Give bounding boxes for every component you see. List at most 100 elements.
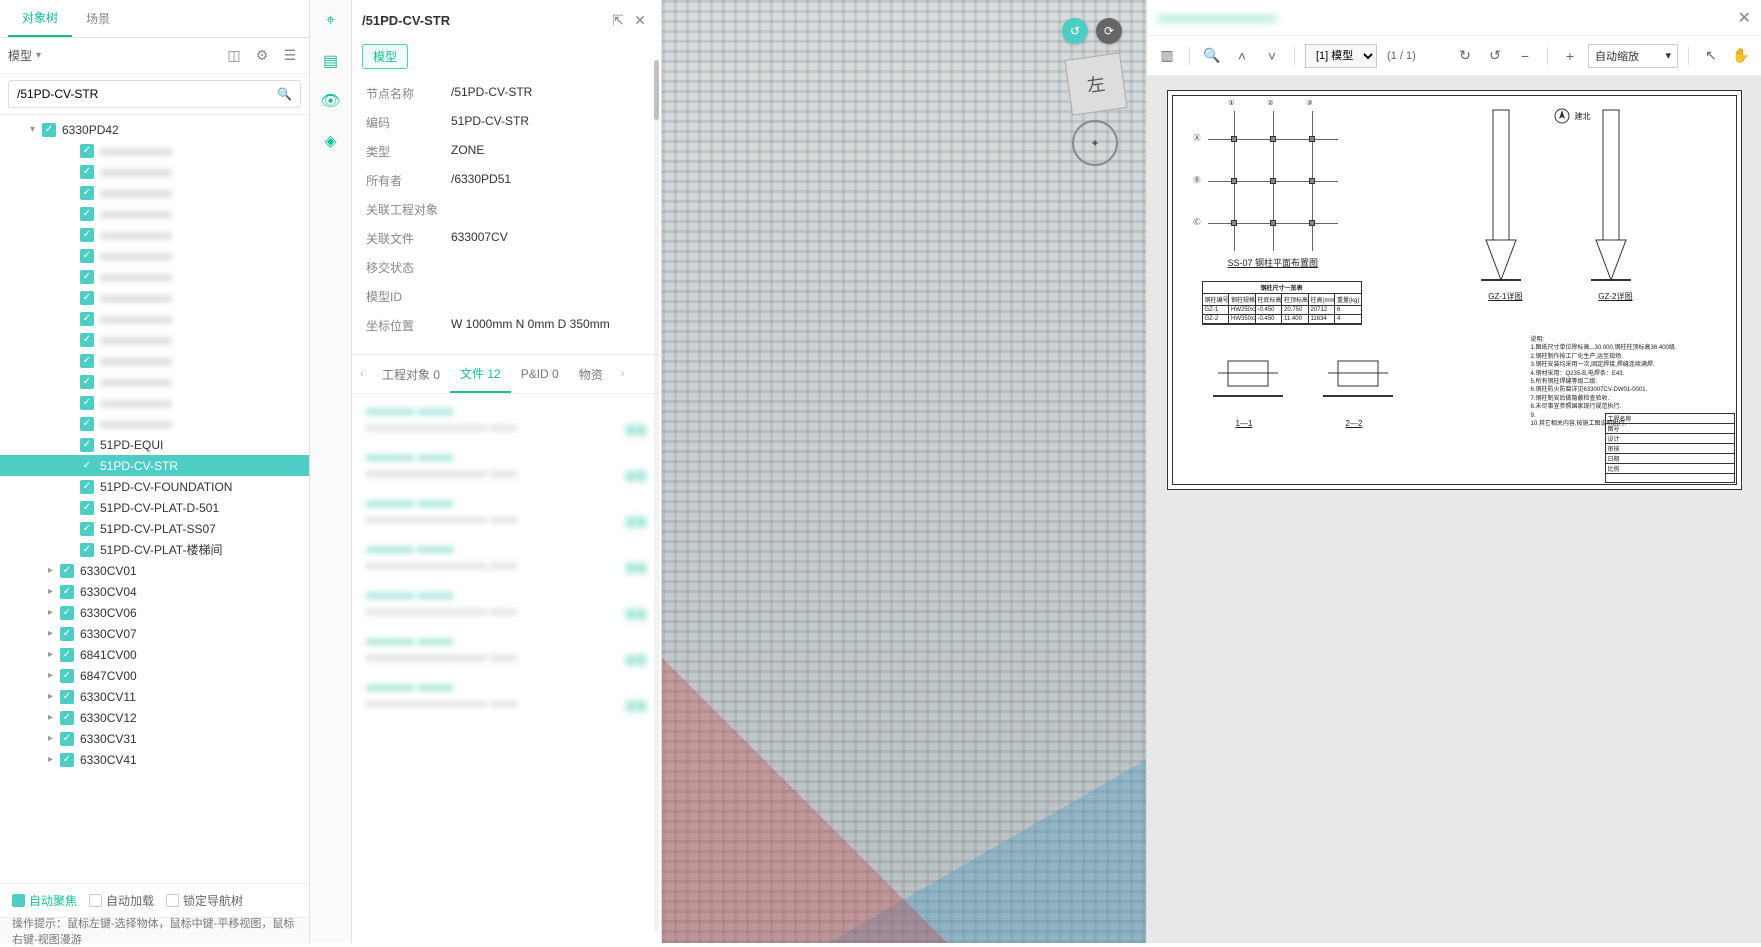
checkbox-icon[interactable]: ✓: [60, 564, 74, 578]
hand-icon[interactable]: ✋: [1729, 44, 1753, 68]
locate-icon[interactable]: ⌖: [320, 10, 342, 32]
type-chip[interactable]: 模型: [362, 44, 408, 69]
tree-item[interactable]: ▸✓6841CV00: [0, 644, 309, 665]
close-icon[interactable]: ✕: [629, 12, 651, 29]
checkbox-icon[interactable]: ✓: [80, 270, 94, 284]
checkbox-icon[interactable]: ✓: [60, 690, 74, 704]
checkbox-icon[interactable]: ✓: [80, 480, 94, 494]
opt-locktree[interactable]: 锁定导航树: [166, 892, 243, 909]
tree-item[interactable]: ✓xxxxxxxxxxxx: [0, 140, 309, 161]
checkbox-icon[interactable]: ✓: [60, 606, 74, 620]
search-input[interactable]: [17, 87, 277, 101]
tree-item[interactable]: ✓51PD-CV-FOUNDATION: [0, 476, 309, 497]
rotate-ccw-icon[interactable]: ↺: [1483, 44, 1507, 68]
down-icon[interactable]: ˅: [1260, 44, 1284, 68]
pointer-icon[interactable]: ↖: [1699, 44, 1723, 68]
viewport-action-2[interactable]: ⟳: [1096, 18, 1122, 44]
3d-viewport[interactable]: ↺ ⟳ 左 ✦: [662, 0, 1146, 943]
checkbox-icon[interactable]: ✓: [80, 375, 94, 389]
subtab-engobj[interactable]: 工程对象 0: [372, 355, 450, 393]
rotate-cw-icon[interactable]: ↻: [1453, 44, 1477, 68]
tree-item[interactable]: ✓xxxxxxxxxxxx: [0, 161, 309, 182]
checkbox-icon[interactable]: ✓: [60, 711, 74, 725]
subtab-pid[interactable]: P&ID 0: [511, 355, 569, 393]
tree-item[interactable]: ✓xxxxxxxxxxxx: [0, 329, 309, 350]
tree-item[interactable]: ▸✓6330CV07: [0, 623, 309, 644]
checkbox-icon[interactable]: ✓: [80, 312, 94, 326]
checkbox-icon[interactable]: ✓: [80, 354, 94, 368]
list-icon[interactable]: ▤: [320, 50, 342, 72]
up-icon[interactable]: ˄: [1230, 44, 1254, 68]
zoom-in-icon[interactable]: +: [1558, 44, 1582, 68]
tree-item[interactable]: ✓51PD-CV-PLAT-D-501: [0, 497, 309, 518]
checkbox-icon[interactable]: ✓: [80, 291, 94, 305]
checkbox-icon[interactable]: ✓: [80, 522, 94, 536]
checkbox-icon[interactable]: ✓: [42, 123, 56, 137]
checkbox-icon[interactable]: ✓: [60, 648, 74, 662]
checkbox-icon[interactable]: ✓: [80, 459, 94, 473]
tree-item[interactable]: ▸✓6330CV12: [0, 707, 309, 728]
tree-item[interactable]: ✓xxxxxxxxxxxx: [0, 203, 309, 224]
tree-item[interactable]: ✓xxxxxxxxxxxx: [0, 266, 309, 287]
tree-item[interactable]: ✓51PD-CV-PLAT-楼梯间: [0, 539, 309, 560]
scrollbar-thumb[interactable]: [654, 60, 659, 120]
tree-item[interactable]: ▸✓6330CV11: [0, 686, 309, 707]
checkbox-icon[interactable]: ✓: [60, 585, 74, 599]
file-item[interactable]: xxxxxxxx xxxxxxxxxxxxxxxxxxxxxxxxxxxx xx…: [366, 588, 647, 618]
file-item[interactable]: xxxxxxxx xxxxxxxxxxxxxxxxxxxxxxxxxxxx xx…: [366, 634, 647, 664]
checkbox-icon[interactable]: ✓: [80, 333, 94, 347]
tab-scene[interactable]: 场景: [72, 0, 124, 37]
tree-item[interactable]: ▸✓6847CV00: [0, 665, 309, 686]
expand-icon[interactable]: ⇱: [607, 12, 629, 29]
gear-icon[interactable]: ⚙: [251, 45, 273, 67]
tree-item[interactable]: ✓xxxxxxxxxxxx: [0, 245, 309, 266]
file-item[interactable]: xxxxxxxx xxxxxxxxxxxxxxxxxxxxxxxxxxxx xx…: [366, 450, 647, 480]
eye-icon[interactable]: 👁: [320, 90, 342, 112]
search-icon[interactable]: 🔍: [1200, 44, 1224, 68]
file-item[interactable]: xxxxxxxx xxxxxxxxxxxxxxxxxxxxxxxxxxxx xx…: [366, 680, 647, 710]
checkbox-icon[interactable]: ✓: [80, 228, 94, 242]
model-select[interactable]: [1] 模型: [1305, 44, 1377, 68]
checkbox-icon[interactable]: ✓: [80, 207, 94, 221]
checkbox-icon[interactable]: ✓: [60, 627, 74, 641]
file-item[interactable]: xxxxxxxx xxxxxxxxxxxxxxxxxxxxxxxxxxxx xx…: [366, 404, 647, 434]
tree-item[interactable]: ✓xxxxxxxxxxxx: [0, 287, 309, 308]
file-item[interactable]: xxxxxxxx xxxxxxxxxxxxxxxxxxxxxxxxxxxx xx…: [366, 496, 647, 526]
checkbox-icon[interactable]: ✓: [80, 396, 94, 410]
tree-item[interactable]: ✓xxxxxxxxxxxx: [0, 371, 309, 392]
checkbox-icon[interactable]: ✓: [80, 438, 94, 452]
tree-item[interactable]: ▸✓6330CV04: [0, 581, 309, 602]
tree-item[interactable]: ✓xxxxxxxxxxxx: [0, 392, 309, 413]
search-icon[interactable]: 🔍: [277, 87, 292, 101]
tree-item[interactable]: ✓xxxxxxxxxxxx: [0, 413, 309, 434]
tree-item[interactable]: ▸✓6330CV01: [0, 560, 309, 581]
checkbox-icon[interactable]: ✓: [80, 144, 94, 158]
close-icon[interactable]: ✕: [1738, 8, 1751, 28]
checkbox-icon[interactable]: ✓: [80, 186, 94, 200]
checkbox-icon[interactable]: ✓: [80, 249, 94, 263]
tree-item[interactable]: ✓51PD-CV-STR: [0, 455, 309, 476]
checkbox-icon[interactable]: ✓: [60, 753, 74, 767]
file-item[interactable]: xxxxxxxx xxxxxxxxxxxxxxxxxxxxxxxxxxxx xx…: [366, 542, 647, 572]
tab-arrow-right[interactable]: ›: [613, 368, 633, 380]
checkbox-icon[interactable]: ✓: [80, 501, 94, 515]
compass-icon[interactable]: ✦: [1072, 120, 1118, 166]
checkbox-icon[interactable]: ✓: [80, 543, 94, 557]
tree-item[interactable]: ✓xxxxxxxxxxxx: [0, 350, 309, 371]
opt-autofocus[interactable]: 自动聚焦: [12, 892, 77, 909]
nav-cube[interactable]: 左: [1064, 52, 1127, 115]
file-list[interactable]: xxxxxxxx xxxxxxxxxxxxxxxxxxxxxxxxxxxx xx…: [352, 394, 661, 943]
tab-arrow-left[interactable]: ‹: [352, 368, 372, 380]
viewport-action-1[interactable]: ↺: [1062, 18, 1088, 44]
tree-item[interactable]: ✓51PD-EQUI: [0, 434, 309, 455]
drawing-canvas[interactable]: 建北 Ⓐ Ⓑ Ⓒ ① ② ③: [1147, 76, 1761, 943]
object-tree[interactable]: ▾ ✓ 6330PD42 ✓xxxxxxxxxxxx✓xxxxxxxxxxxx✓…: [0, 115, 309, 883]
tree-item[interactable]: ▸✓6330CV41: [0, 749, 309, 770]
model-dropdown[interactable]: 模型 ▾: [8, 47, 41, 64]
subtab-material[interactable]: 物资: [569, 355, 613, 393]
zoom-select[interactable]: 自动缩放▾: [1588, 44, 1678, 68]
tree-item[interactable]: ▸✓6330CV06: [0, 602, 309, 623]
checkbox-icon[interactable]: ✓: [60, 732, 74, 746]
cube-icon[interactable]: ◫: [223, 45, 245, 67]
checkbox-icon[interactable]: ✓: [80, 417, 94, 431]
